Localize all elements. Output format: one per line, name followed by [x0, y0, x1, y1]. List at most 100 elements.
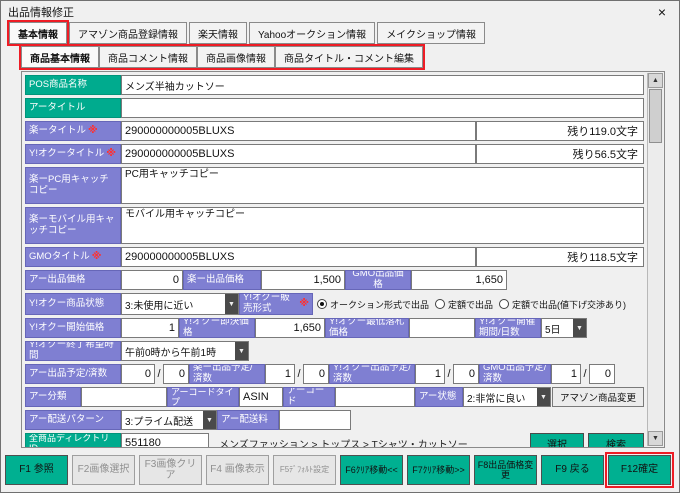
subtab-title-comment-edit[interactable]: 商品タイトル・コメント編集: [275, 46, 423, 68]
scroll-up-icon[interactable]: ▲: [648, 73, 663, 88]
tab-basic-info[interactable]: 基本情報: [9, 22, 67, 44]
amazon-count-planned-input[interactable]: [121, 364, 155, 384]
rakuten-mobile-catch-textarea[interactable]: モバイル用キャッチコピー: [121, 207, 644, 244]
gmo-title-label: GMOタイトル ※: [25, 247, 121, 267]
close-icon[interactable]: ×: [652, 4, 672, 20]
f5-default-settings-button[interactable]: F5ﾃﾞﾌｫﾙﾄ設定: [273, 455, 336, 485]
amazon-product-change-button[interactable]: アマゾン商品変更: [552, 387, 644, 407]
amazon-code-type-input[interactable]: [239, 387, 283, 407]
yahoo-count-planned-input[interactable]: [415, 364, 445, 384]
form-panel: POS商品名称 アータイトル 楽ータイトル ※ 残り119.0文字 Y!オクータ…: [21, 71, 665, 448]
vertical-scrollbar[interactable]: ▲ ▼: [647, 73, 663, 446]
rakuten-count-planned-input[interactable]: [265, 364, 295, 384]
pos-name-label: POS商品名称: [25, 75, 121, 95]
f7-move-next-button[interactable]: F7ｸﾘｱ移動>>: [407, 455, 470, 485]
gmo-count-done-input[interactable]: [589, 364, 615, 384]
yahoo-min-price-label: Y!オクー最低落札価格: [325, 318, 409, 338]
directory-search-button[interactable]: 検索: [588, 433, 644, 448]
f4-image-show-button[interactable]: F4 画像表示: [206, 455, 269, 485]
amazon-code-input[interactable]: [335, 387, 415, 407]
rakuten-title-label-text: 楽ータイトル: [29, 126, 86, 137]
gmo-count-label: GMO出品予定/済数: [479, 364, 551, 384]
required-asterisk: ※: [92, 251, 102, 263]
row-yahoo-prices: Y!オクー開始価格 Y!オクー即決価格 Y!オクー最低落札価格 Y!オクー開催期…: [25, 318, 644, 338]
rakuten-title-remaining: 残り119.0文字: [476, 121, 644, 141]
sale-type-fixed-label: 定額で出品: [448, 298, 493, 311]
yahoo-title-input[interactable]: [121, 144, 476, 164]
f2-image-select-button[interactable]: F2画像選択: [72, 455, 135, 485]
directory-select-button[interactable]: 選択: [530, 433, 584, 448]
tab-makeshop[interactable]: メイクショップ情報: [377, 22, 485, 44]
rakuten-pc-catch-label: 楽ーPC用キャッチコピー: [25, 167, 121, 204]
amazon-code-label: アーコード: [283, 387, 335, 407]
sale-type-fixed-radio[interactable]: 定額で出品: [435, 298, 493, 311]
radio-selected-icon: [317, 299, 327, 309]
f12-confirm-button[interactable]: F12確定: [608, 455, 671, 485]
required-asterisk: ※: [106, 148, 116, 160]
rakuten-count-label: 楽ー出品予定/済数: [189, 364, 265, 384]
row-yahoo-end-time: Y!オクー終了希望時間 午前0時から午前1時 ▼: [25, 341, 644, 361]
f8-price-change-button[interactable]: F8出品価格変更: [474, 455, 537, 485]
yahoo-count-done-input[interactable]: [453, 364, 479, 384]
f6-move-prev-button[interactable]: F6ｸﾘｱ移動<<: [340, 455, 403, 485]
tab-amazon-registration[interactable]: アマゾン商品登録情報: [69, 22, 187, 44]
main-tab-bar: 基本情報 アマゾン商品登録情報 楽天情報 Yahooオークション情報 メイクショ…: [9, 23, 679, 44]
amazon-code-type-label: アーコードタイプ: [167, 387, 239, 407]
scroll-down-icon[interactable]: ▼: [648, 431, 663, 446]
amazon-ship-pattern-value: 3:プライム配送: [125, 413, 193, 428]
titlebar: 出品情報修正 ×: [1, 1, 679, 22]
amazon-title-input[interactable]: [121, 98, 644, 118]
sale-type-fixed-nego-radio[interactable]: 定額で出品(値下げ交渉あり): [499, 298, 626, 311]
gmo-title-label-text: GMOタイトル: [29, 252, 90, 263]
amazon-condition-value: 2:非常に良い: [467, 390, 525, 405]
yahoo-end-time-select[interactable]: 午前0時から午前1時 ▼: [121, 341, 249, 361]
yahoo-condition-select[interactable]: 3:未使用に近い ▼: [121, 293, 239, 315]
tab-rakuten[interactable]: 楽天情報: [189, 22, 247, 44]
yahoo-condition-label: Y!オクー商品状態: [25, 293, 121, 315]
window-title: 出品情報修正: [8, 4, 74, 20]
gmo-price-input[interactable]: [411, 270, 507, 290]
f9-back-button[interactable]: F9 戻る: [541, 455, 604, 485]
tab-yahoo-auction[interactable]: Yahooオークション情報: [249, 22, 375, 44]
amazon-ship-fee-label: アー配送料: [217, 410, 279, 430]
row-rakuten-title: 楽ータイトル ※ 残り119.0文字: [25, 121, 644, 141]
gmo-title-input[interactable]: [121, 247, 476, 267]
directory-id-label: 全商品ディレクトリID: [25, 433, 121, 448]
subtab-product-comment[interactable]: 商品コメント情報: [99, 46, 197, 68]
gmo-count-planned-input[interactable]: [551, 364, 581, 384]
chevron-down-icon: ▼: [573, 319, 586, 337]
yahoo-buyout-price-input[interactable]: [255, 318, 325, 338]
rakuten-count-done-input[interactable]: [303, 364, 329, 384]
row-rakuten-pc-catch: 楽ーPC用キャッチコピー PC用キャッチコピー: [25, 167, 644, 204]
pos-name-input[interactable]: [121, 75, 644, 95]
yahoo-min-price-input[interactable]: [409, 318, 475, 338]
amazon-price-input[interactable]: [121, 270, 183, 290]
yahoo-period-select[interactable]: 5日 ▼: [541, 318, 587, 338]
rakuten-pc-catch-textarea[interactable]: PC用キャッチコピー: [121, 167, 644, 204]
rakuten-title-input[interactable]: [121, 121, 476, 141]
row-gmo-title: GMOタイトル ※ 残り118.5文字: [25, 247, 644, 267]
sub-tab-bar: 商品基本情報 商品コメント情報 商品画像情報 商品タイトル・コメント編集: [21, 46, 679, 68]
amazon-ship-fee-input[interactable]: [279, 410, 351, 430]
yahoo-title-remaining: 残り56.5文字: [476, 144, 644, 164]
sale-type-auction-radio[interactable]: オークション形式で出品: [317, 298, 429, 311]
directory-id-input[interactable]: [121, 433, 209, 448]
f3-image-clear-button[interactable]: F3画像クリア: [139, 455, 202, 485]
row-amazon-title: アータイトル: [25, 98, 644, 118]
amazon-count-done-input[interactable]: [163, 364, 189, 384]
row-pos-name: POS商品名称: [25, 75, 644, 95]
rakuten-price-input[interactable]: [261, 270, 345, 290]
scrollbar-thumb[interactable]: [649, 89, 662, 143]
amazon-condition-select[interactable]: 2:非常に良い ▼: [463, 387, 551, 407]
sale-type-fixed-nego-label: 定額で出品(値下げ交渉あり): [512, 298, 626, 311]
gmo-price-label: GMO出品価格: [345, 270, 411, 290]
row-amazon-details: アー分類 アーコードタイプ アーコード アー状態 2:非常に良い ▼ アマゾン商…: [25, 387, 644, 407]
amazon-ship-pattern-select[interactable]: 3:プライム配送 ▼: [121, 410, 217, 430]
yahoo-start-price-input[interactable]: [121, 318, 179, 338]
subtab-product-basic[interactable]: 商品基本情報: [21, 46, 99, 68]
amazon-category-input[interactable]: [81, 387, 167, 407]
yahoo-buyout-price-label: Y!オクー即決価格: [179, 318, 255, 338]
f1-refer-button[interactable]: F1 参照: [5, 455, 68, 485]
footer-bar: F1 参照 F2画像選択 F3画像クリア F4 画像表示 F5ﾃﾞﾌｫﾙﾄ設定 …: [1, 448, 679, 492]
subtab-product-image[interactable]: 商品画像情報: [197, 46, 275, 68]
